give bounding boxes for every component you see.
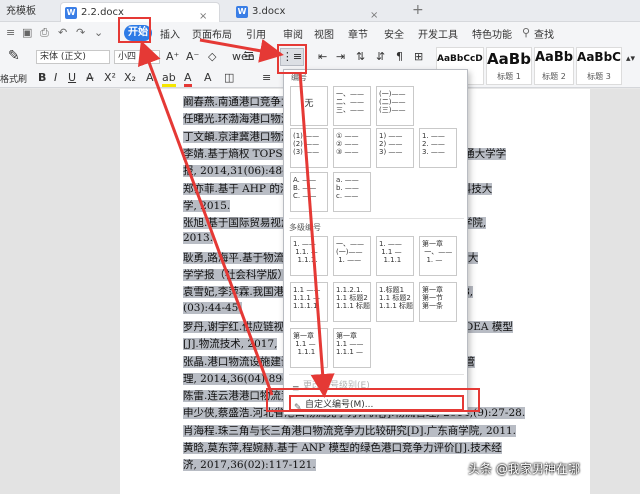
arrow-to-start	[137, 40, 274, 396]
watermark: 头条 @我家男神在哪	[468, 462, 580, 476]
arrow-to-custom	[298, 71, 335, 398]
annotation-arrows	[137, 38, 335, 398]
arrow-to-numbering	[199, 38, 284, 63]
